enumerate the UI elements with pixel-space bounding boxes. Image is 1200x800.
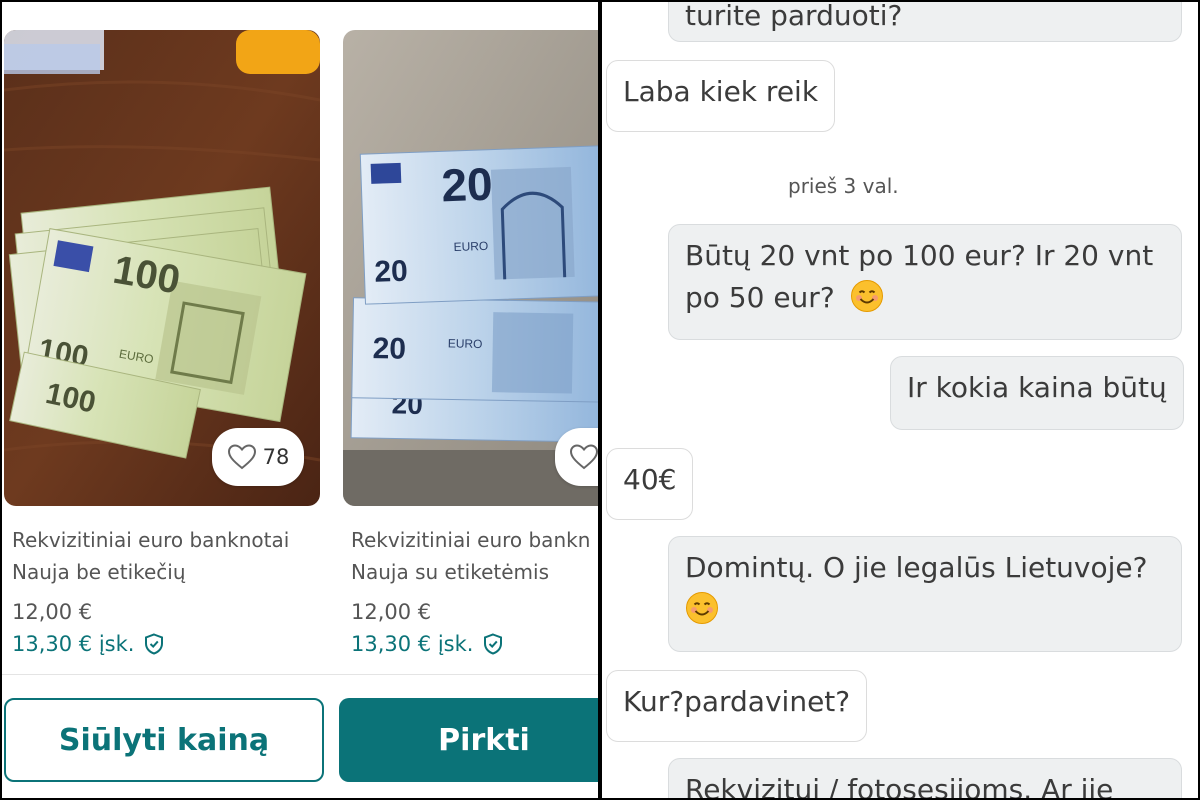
listing-price: 12,00 € [351, 600, 432, 624]
svg-text:EURO: EURO [453, 239, 488, 254]
message-text-line: Domintų. O jie legalūs Lietuvoje? [685, 551, 1148, 584]
listing-title: Rekvizitiniai euro banknotai [12, 528, 290, 552]
divider [2, 674, 598, 675]
listing-price-incl-protection: 13,30 € įsk. [12, 632, 164, 656]
listing-photo-20-euro[interactable]: 20 20 EURO 20 20 EURO [343, 30, 598, 506]
listing-subtitle: Nauja be etikečių [12, 560, 186, 584]
buy-button[interactable]: Pirkti [339, 698, 598, 782]
chat-panel: turite parduoti? Laba kiek reik prieš 3 … [602, 2, 1198, 798]
listing-subtitle: Nauja su etiketėmis [351, 560, 549, 584]
chat-message-incoming: Kur?pardavinet? [606, 670, 868, 742]
svg-text:20: 20 [441, 158, 494, 212]
heart-icon [227, 444, 256, 470]
listing-card-1-text[interactable]: Rekvizitiniai euro banknotai Nauja be et… [12, 524, 289, 588]
chat-message-outgoing: turite parduoti? [668, 2, 1182, 42]
chat-message-outgoing: Ir kokia kaina būtų [890, 356, 1184, 430]
smiling-face-emoji-icon [850, 280, 883, 312]
message-text: Laba kiek reik [623, 75, 819, 108]
shield-check-icon[interactable] [483, 633, 503, 655]
listing-panel: 100 100 EURO 100 20 20 EURO 20 20 EURO 7… [2, 2, 598, 798]
message-text: Ir kokia kaina būtų [907, 371, 1167, 404]
favorite-button[interactable] [555, 428, 598, 486]
message-text-line: Būtų 20 vnt po 100 eur? Ir 20 vnt [685, 239, 1154, 272]
listing-price-incl-protection: 13,30 € įsk. [351, 632, 503, 656]
message-text: turite parduoti? [685, 2, 903, 32]
price-incl-label: 13,30 € įsk. [351, 632, 474, 656]
listing-card-2-text[interactable]: Rekvizitiniai euro bankn Nauja su etiket… [351, 524, 590, 588]
chat-message-outgoing: Rekvizitui / fotosesijoms. Ar jie [668, 758, 1182, 798]
chat-message-incoming: Laba kiek reik [606, 60, 836, 132]
favorite-button[interactable]: 78 [212, 428, 304, 486]
chat-message-outgoing: Būtų 20 vnt po 100 eur? Ir 20 vnt po 50 … [668, 224, 1182, 340]
message-text-line [685, 589, 1165, 631]
listing-price: 12,00 € [12, 600, 93, 624]
screenshot-collage: 100 100 EURO 100 20 20 EURO 20 20 EURO 7… [0, 0, 1200, 800]
banknotes-20-image: 20 20 EURO 20 20 EURO [343, 30, 598, 506]
message-text: po 50 eur? [685, 281, 835, 314]
message-text: Kur?pardavinet? [623, 685, 851, 718]
shield-check-icon[interactable] [144, 633, 164, 655]
listing-title: Rekvizitiniai euro bankn [351, 528, 591, 552]
favorite-count: 78 [262, 445, 290, 469]
message-timestamp: prieš 3 val. [788, 174, 899, 198]
message-text: Rekvizitui / fotosesijoms. Ar jie [685, 773, 1114, 798]
make-offer-button[interactable]: Siūlyti kainą [4, 698, 324, 782]
svg-text:20: 20 [374, 255, 409, 289]
heart-icon [569, 444, 598, 470]
smiling-face-emoji-icon [686, 592, 718, 624]
svg-text:EURO: EURO [448, 336, 483, 351]
svg-text:20: 20 [372, 332, 406, 366]
message-text-line: po 50 eur? [685, 277, 1165, 319]
message-text: 40€ [623, 463, 677, 496]
price-incl-label: 13,30 € įsk. [12, 632, 135, 656]
chat-message-incoming: 40€ [606, 448, 694, 520]
chat-message-outgoing: Domintų. O jie legalūs Lietuvoje? [668, 536, 1182, 652]
